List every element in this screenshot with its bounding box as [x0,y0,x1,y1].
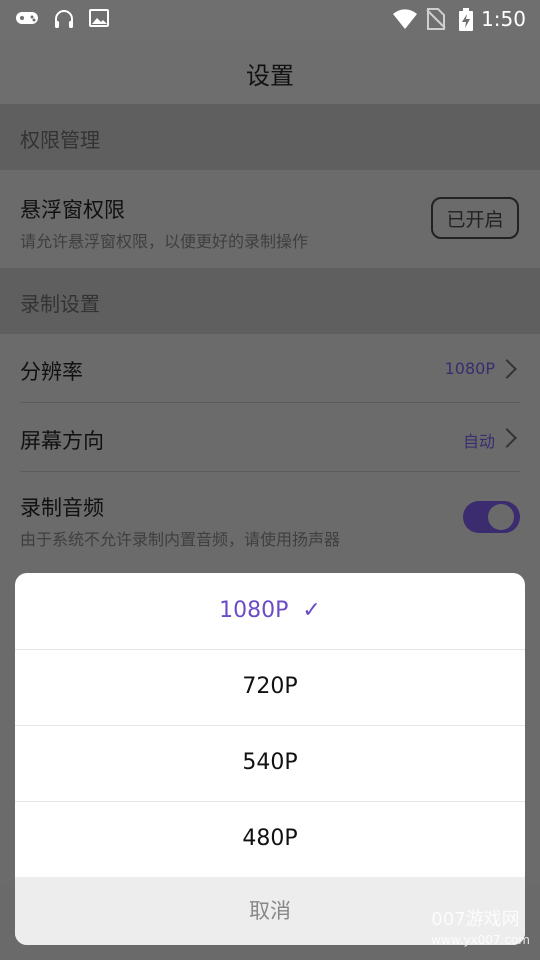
section-recording: 录制设置 [0,268,540,334]
wifi-icon [392,8,418,34]
no-sim-icon [426,8,446,34]
image-icon [89,8,113,30]
watermark-line1: 007游戏网 [431,909,520,930]
audio-row: 录制音频 由于系统不允许录制内置音频，请使用扬声器 [0,472,540,572]
option-1080p[interactable]: 1080P ✓ [15,573,525,650]
status-bar: 1:50 [0,0,540,38]
orientation-row[interactable]: 屏幕方向 自动 [0,403,540,471]
chevron-right-icon [497,428,517,448]
headset-icon [52,8,76,30]
option-label: 480P [242,826,298,851]
audio-title: 录制音频 [20,496,104,520]
watermark-line2: www.yx007.com [431,933,530,947]
option-540p[interactable]: 540P [15,725,525,802]
watermark: 007游戏网 www.yx007.com [431,905,530,947]
option-label: 1080P [219,598,289,623]
orientation-title: 屏幕方向 [20,429,104,453]
section-label: 录制设置 [20,292,100,316]
title-bar: 设置 [0,38,540,104]
orientation-value: 自动 [462,432,495,451]
chevron-right-icon [497,359,517,379]
section-permissions: 权限管理 [0,104,540,170]
audio-subtitle: 由于系统不允许录制内置音频，请使用扬声器 [20,530,341,549]
option-label: 540P [242,750,298,775]
option-label: 720P [242,674,298,699]
status-time: 1:50 [481,7,526,31]
overlay-enabled-button[interactable]: 已开启 [431,197,519,239]
option-480p[interactable]: 480P [15,801,525,878]
option-720p[interactable]: 720P [15,649,525,726]
page-title: 设置 [246,62,294,90]
gamepad-icon [14,8,38,30]
overlay-permission-title: 悬浮窗权限 [20,198,125,222]
resolution-row[interactable]: 分辨率 1080P [0,334,540,402]
section-label: 权限管理 [20,128,100,152]
resolution-value: 1080P [444,359,495,378]
check-icon: ✓ [302,598,321,623]
resolution-picker-sheet: 1080P ✓ 720P 540P 480P 取消 [15,573,525,945]
resolution-title: 分辨率 [20,360,83,384]
toggle-knob [488,504,514,530]
overlay-permission-subtitle: 请允许悬浮窗权限，以便更好的录制操作 [20,232,309,251]
battery-charging-icon [458,8,474,36]
